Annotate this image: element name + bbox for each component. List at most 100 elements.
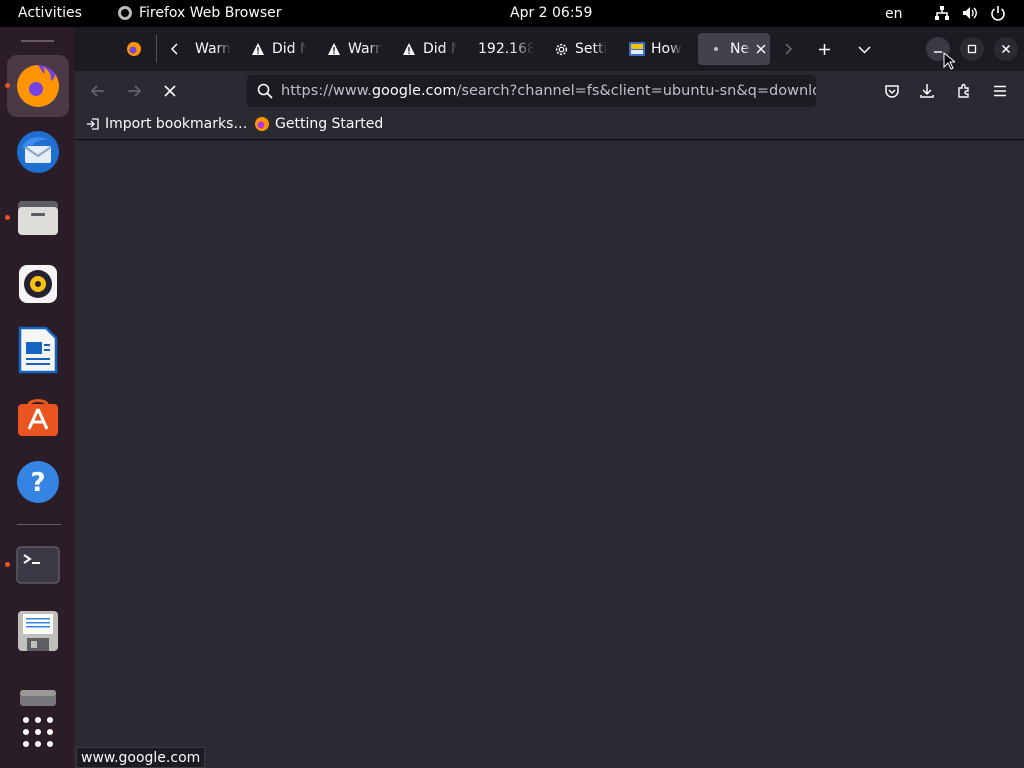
forward-button[interactable] bbox=[122, 79, 146, 103]
bookmark-import[interactable]: Import bookmarks… bbox=[86, 116, 247, 132]
rhythmbox-icon bbox=[19, 265, 57, 303]
tab[interactable]: Warn bbox=[326, 33, 382, 65]
input-language-indicator[interactable]: en bbox=[885, 6, 903, 22]
terminal-icon bbox=[16, 546, 60, 584]
tab-title: 192.168 bbox=[478, 41, 534, 57]
status-panel: www.google.com bbox=[76, 747, 206, 768]
bookmark-getting-started[interactable]: Getting Started bbox=[254, 116, 383, 132]
dock-show-apps[interactable] bbox=[7, 701, 69, 763]
running-indicator bbox=[5, 215, 10, 220]
power-icon bbox=[990, 5, 1006, 21]
bookmarks-toolbar: Import bookmarks… Getting Started bbox=[74, 111, 1024, 140]
plus-icon bbox=[818, 43, 830, 55]
firefox-small-icon bbox=[118, 6, 132, 20]
dock-rhythmbox[interactable] bbox=[7, 253, 69, 315]
tab-divider bbox=[156, 35, 157, 63]
scroll-tabs-left-button[interactable] bbox=[163, 37, 187, 61]
pocket-button[interactable] bbox=[880, 79, 904, 103]
back-arrow-icon bbox=[90, 85, 104, 97]
floppy-icon bbox=[18, 611, 58, 651]
download-icon bbox=[920, 84, 934, 98]
maximize-button[interactable] bbox=[960, 37, 984, 61]
files-icon bbox=[18, 201, 58, 235]
loading-dot-icon bbox=[708, 41, 724, 57]
tab-title: How bbox=[651, 41, 682, 57]
help-icon: ? bbox=[17, 461, 59, 503]
app-grid-icon bbox=[23, 717, 53, 747]
tab-strip: Warn Did N Warn Did N 192.168 Setti How bbox=[74, 27, 1024, 71]
search-icon bbox=[257, 83, 273, 99]
tab[interactable]: Did N bbox=[401, 33, 457, 65]
downloads-button[interactable] bbox=[915, 79, 939, 103]
dock-app-center[interactable] bbox=[7, 385, 69, 447]
dock-help[interactable]: ? bbox=[7, 451, 69, 513]
site-favicon-icon bbox=[629, 41, 645, 57]
firefox-icon bbox=[17, 65, 59, 107]
clock[interactable]: Apr 2 06:59 bbox=[510, 5, 592, 21]
forward-arrow-icon bbox=[128, 85, 142, 97]
stop-loading-button[interactable] bbox=[158, 79, 182, 103]
url-host: google.com bbox=[371, 83, 457, 99]
tab[interactable]: 192.168 bbox=[478, 33, 534, 65]
stop-x-icon bbox=[164, 85, 176, 97]
firefox-icon bbox=[127, 42, 141, 56]
app-menu-label: Firefox Web Browser bbox=[139, 5, 282, 21]
dock-terminal[interactable] bbox=[5, 534, 69, 596]
hamburger-menu-icon bbox=[994, 85, 1006, 97]
bookmark-label: Getting Started bbox=[275, 116, 384, 132]
tab-title: Did N bbox=[423, 41, 457, 57]
tab-title: Warn bbox=[195, 41, 231, 57]
tab[interactable]: How bbox=[629, 33, 687, 65]
nav-toolbar: https://www.google.com/search?channel=fs… bbox=[74, 71, 1024, 111]
dock-thunderbird[interactable] bbox=[7, 121, 69, 183]
dock-divider bbox=[17, 524, 61, 525]
tab[interactable]: Setti bbox=[553, 33, 611, 65]
system-menu[interactable] bbox=[934, 5, 1006, 21]
page-content[interactable] bbox=[74, 141, 1024, 768]
tab[interactable]: Warn bbox=[195, 33, 235, 65]
url-prefix: https://www. bbox=[281, 83, 372, 99]
close-tab-icon[interactable] bbox=[756, 44, 766, 54]
app-center-icon bbox=[18, 399, 58, 436]
firefox-view-button[interactable] bbox=[122, 37, 146, 61]
mouse-cursor-icon bbox=[943, 52, 955, 70]
warning-icon bbox=[326, 41, 342, 57]
running-indicator bbox=[5, 83, 10, 88]
running-indicator bbox=[5, 562, 10, 567]
tab-selected[interactable]: Ne bbox=[698, 33, 770, 65]
close-window-button[interactable] bbox=[994, 37, 1018, 61]
warning-icon bbox=[401, 41, 417, 57]
chevron-left-icon bbox=[170, 43, 178, 55]
import-icon bbox=[86, 117, 100, 131]
app-menu[interactable]: Firefox Web Browser bbox=[118, 5, 282, 21]
dock-files[interactable] bbox=[5, 187, 69, 249]
tab-title: Warn bbox=[348, 41, 382, 57]
puzzle-icon bbox=[958, 83, 969, 98]
chevron-right-icon bbox=[785, 43, 793, 55]
gear-icon bbox=[553, 41, 569, 57]
list-all-tabs-button[interactable] bbox=[852, 37, 876, 61]
tab-title: Setti bbox=[575, 41, 608, 57]
app-menu-button[interactable] bbox=[988, 79, 1012, 103]
scroll-tabs-right-button[interactable] bbox=[776, 37, 800, 61]
activities-button[interactable]: Activities bbox=[18, 5, 82, 21]
top-bar: Activities Firefox Web Browser Apr 2 06:… bbox=[0, 0, 1024, 27]
url-text: https://www.google.com/search?channel=fs… bbox=[281, 83, 816, 99]
dock-save-floppy[interactable] bbox=[7, 600, 69, 662]
dock: ? bbox=[0, 27, 74, 768]
chevron-down-icon bbox=[857, 45, 871, 54]
extensions-button[interactable] bbox=[952, 79, 976, 103]
close-icon bbox=[1001, 44, 1011, 54]
url-bar[interactable]: https://www.google.com/search?channel=fs… bbox=[247, 75, 816, 107]
back-button[interactable] bbox=[86, 79, 110, 103]
dock-libreoffice-writer[interactable] bbox=[7, 319, 69, 381]
bookmark-label: Import bookmarks… bbox=[105, 116, 248, 132]
tab-title: Ne bbox=[730, 41, 750, 57]
new-tab-button[interactable] bbox=[812, 37, 836, 61]
minimize-icon bbox=[934, 51, 942, 53]
volume-icon bbox=[962, 5, 978, 21]
firefox-icon bbox=[254, 116, 270, 132]
tab[interactable]: Did N bbox=[250, 33, 306, 65]
dock-firefox[interactable] bbox=[5, 55, 69, 117]
tab-title: Did N bbox=[272, 41, 306, 57]
